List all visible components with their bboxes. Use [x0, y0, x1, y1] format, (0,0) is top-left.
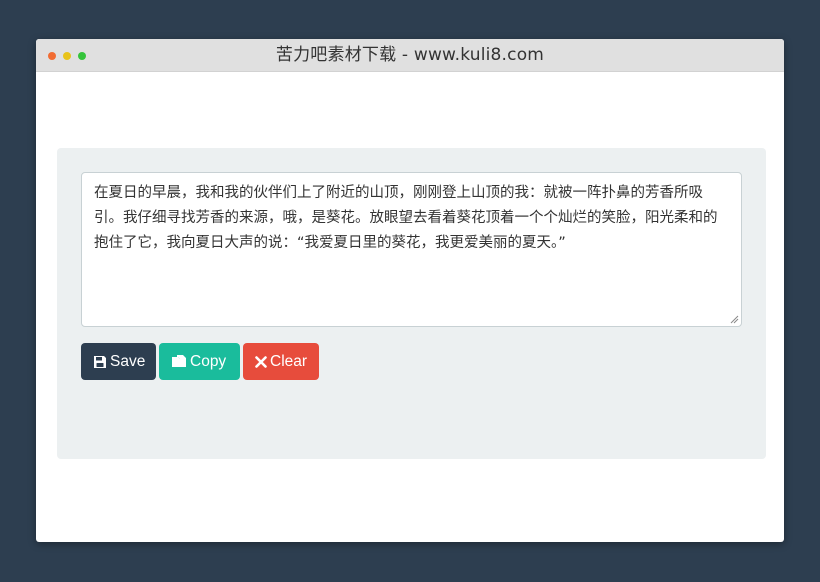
- window-title: 苦力吧素材下载 - www.kuli8.com: [275, 45, 545, 65]
- clear-label: Clear: [270, 352, 308, 370]
- text-area[interactable]: 在夏日的早晨，我和我的伙伴们上了附近的山顶，刚刚登上山顶的我：就被一阵扑鼻的芳香…: [81, 172, 742, 327]
- title-bar: 苦力吧素材下载 - www.kuli8.com: [36, 39, 784, 72]
- copy-icon: [171, 354, 187, 370]
- copy-label: Copy: [190, 352, 227, 370]
- save-button[interactable]: Save: [81, 343, 156, 380]
- toolbar: Save Copy Clear: [81, 343, 319, 380]
- x-icon: [255, 355, 267, 368]
- clear-button[interactable]: Clear: [243, 343, 319, 380]
- text-area-content: 在夏日的早晨，我和我的伙伴们上了附近的山顶，刚刚登上山顶的我：就被一阵扑鼻的芳香…: [94, 185, 718, 251]
- save-label: Save: [110, 352, 146, 370]
- resize-grip-icon[interactable]: [730, 315, 739, 324]
- editor-panel: 在夏日的早晨，我和我的伙伴们上了附近的山顶，刚刚登上山顶的我：就被一阵扑鼻的芳香…: [57, 148, 766, 459]
- floppy-disk-icon: [93, 355, 107, 369]
- browser-window: 苦力吧素材下载 - www.kuli8.com 在夏日的早晨，我和我的伙伴们上了…: [36, 39, 784, 542]
- copy-button[interactable]: Copy: [159, 343, 240, 380]
